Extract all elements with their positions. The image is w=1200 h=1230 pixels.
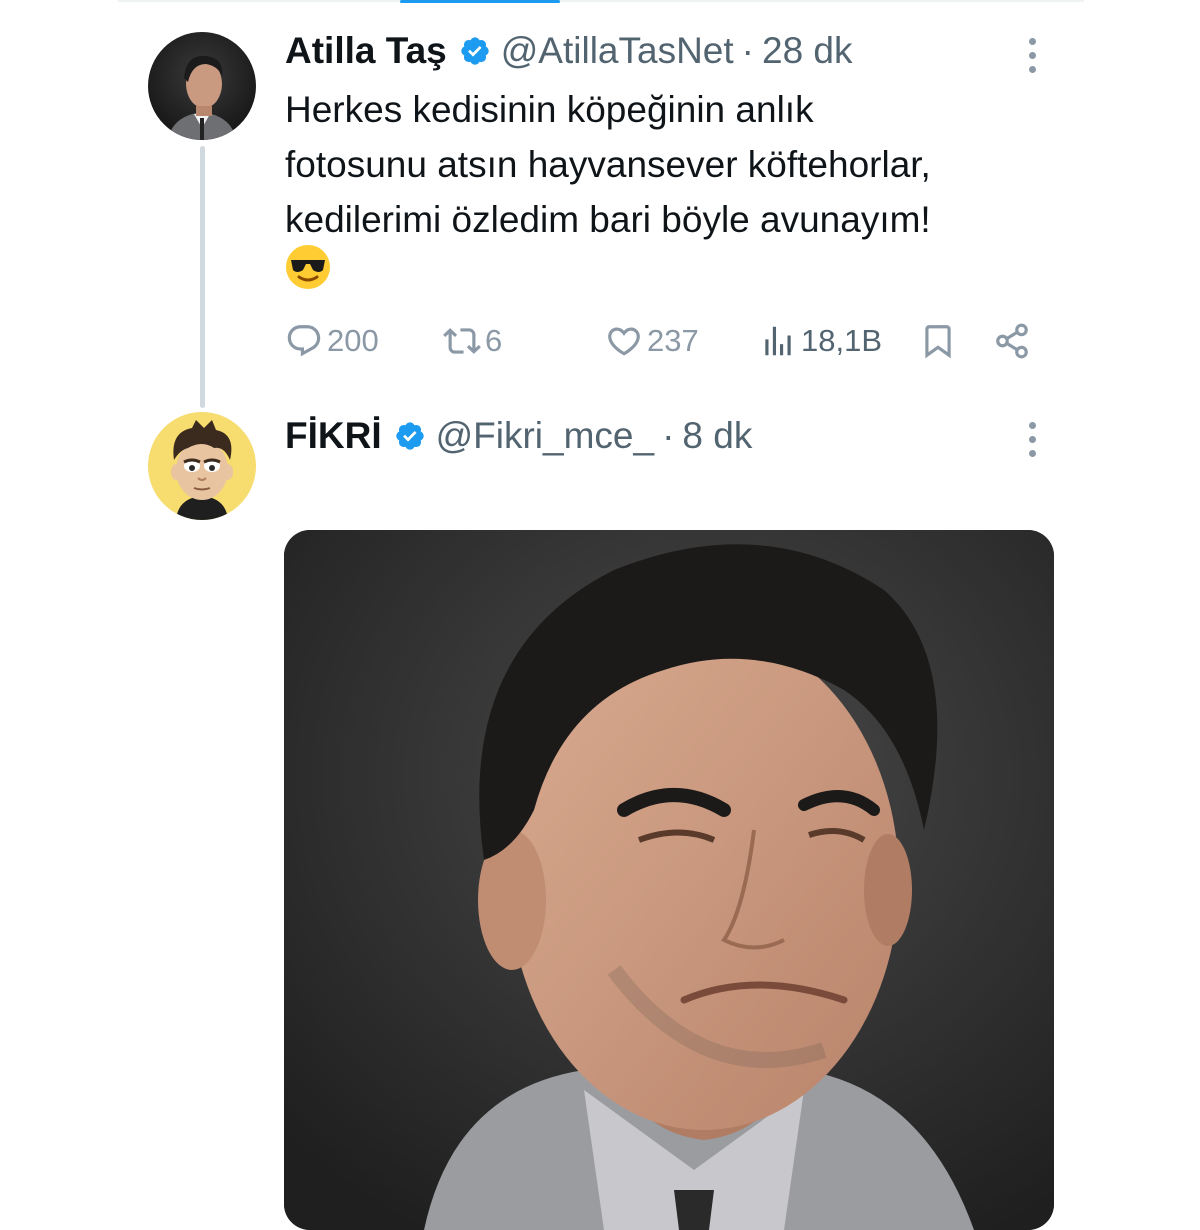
author-handle[interactable]: @AtillaTasNet [501,30,734,72]
bookmark-icon [925,325,951,359]
like-count: 237 [647,323,699,358]
tweet-text-line: fotosunu atsın hayvansever köftehorlar, [285,144,931,185]
reply-button[interactable]: 200 [285,318,379,364]
share-button[interactable] [993,318,1031,364]
avatar-atilla[interactable] [148,32,256,140]
tweet-header-reply: FİKRİ @Fikri_mce_ · 8 dk [285,413,752,459]
bookmark-button[interactable] [919,318,957,364]
views-button[interactable]: 18,1B [759,318,882,364]
sunglasses-emoji-icon [285,244,331,290]
tweet-media-photo[interactable] [284,530,1054,1230]
more-options-icon[interactable] [1022,422,1042,457]
retweet-count: 6 [485,323,503,358]
tab-indicator [400,0,560,3]
tweet-timestamp[interactable]: 8 dk [682,415,752,457]
tweet-actions: 200 6 237 18,1B [285,318,1045,364]
separator-dot: · [662,415,675,456]
tweet-header-main: Atilla Taş @AtillaTasNet · 28 dk [285,28,853,74]
retweet-icon [443,328,481,354]
reply-count: 200 [327,323,379,358]
views-count: 18,1B [801,323,883,358]
tweet-text-line: Herkes kedisinin köpeğinin anlık [285,89,814,130]
author-name[interactable]: Atilla Taş [285,30,447,72]
like-icon [608,327,640,356]
reply-icon [287,325,321,357]
tweet-timestamp[interactable]: 28 dk [762,30,853,72]
more-options-icon[interactable] [1022,38,1042,73]
like-button[interactable]: 237 [605,318,699,364]
tweet-body: Herkes kedisinin köpeğinin anlık fotosun… [285,82,1045,247]
retweet-button[interactable]: 6 [443,318,502,364]
avatar-fikri[interactable] [148,412,256,520]
author-name[interactable]: FİKRİ [285,415,382,457]
thread-connector [200,146,205,408]
verified-badge-icon [459,35,491,67]
share-icon [996,323,1028,359]
separator-dot: · [741,30,754,71]
verified-badge-icon [394,420,426,452]
author-handle[interactable]: @Fikri_mce_ [436,415,654,457]
top-divider [118,0,1084,2]
tweet-text-line: kedilerimi özledim bari böyle avunayım! [285,199,931,240]
views-icon [765,326,791,356]
